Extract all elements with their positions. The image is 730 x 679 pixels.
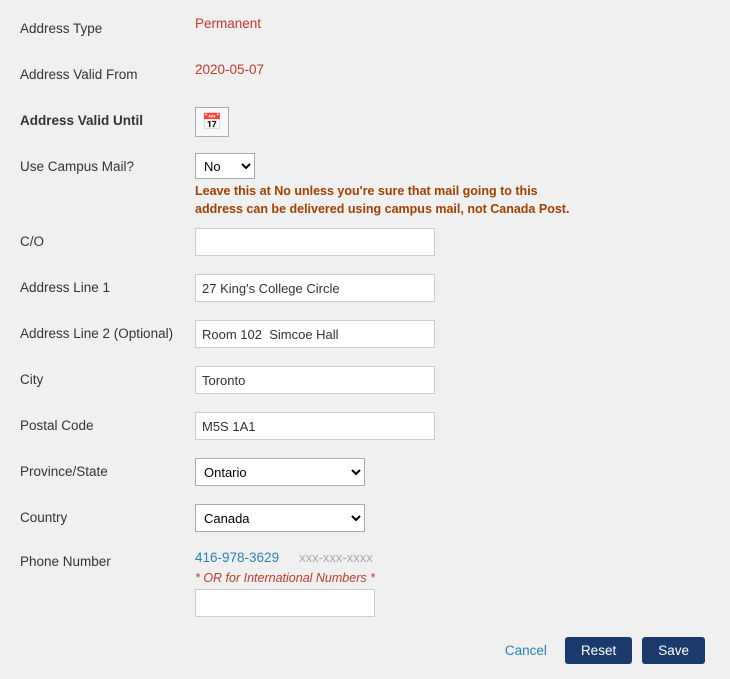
address-type-value: Permanent bbox=[195, 10, 261, 31]
province-state-label: Province/State bbox=[20, 458, 195, 479]
campus-mail-control: No Yes Leave this at No unless you're su… bbox=[195, 153, 710, 218]
co-control bbox=[195, 228, 710, 256]
address-type-label: Address Type bbox=[20, 15, 195, 36]
address-valid-until-label: Address Valid Until bbox=[20, 107, 195, 128]
address-line2-input[interactable] bbox=[195, 320, 435, 348]
postal-code-input[interactable] bbox=[195, 412, 435, 440]
postal-code-label: Postal Code bbox=[20, 412, 195, 433]
phone-section: 416-978-3629 xxx-xxx-xxxx * OR for Inter… bbox=[195, 550, 710, 617]
phone-international-row bbox=[195, 589, 710, 617]
phone-primary-row: 416-978-3629 xxx-xxx-xxxx bbox=[195, 550, 710, 565]
address-type-control: Permanent bbox=[195, 15, 710, 31]
co-input[interactable] bbox=[195, 228, 435, 256]
address-valid-from-row: Address Valid From 2020-05-07 bbox=[20, 61, 710, 97]
postal-code-row: Postal Code bbox=[20, 412, 710, 448]
co-label: C/O bbox=[20, 228, 195, 249]
address-valid-from-value: 2020-05-07 bbox=[195, 56, 264, 77]
country-label: Country bbox=[20, 504, 195, 525]
address-line1-control bbox=[195, 274, 710, 302]
address-valid-until-row: Address Valid Until 📅 bbox=[20, 107, 710, 143]
address-line2-control bbox=[195, 320, 710, 348]
address-line2-row: Address Line 2 (Optional) bbox=[20, 320, 710, 356]
address-valid-from-label: Address Valid From bbox=[20, 61, 195, 82]
footer-buttons: Cancel Reset Save bbox=[20, 637, 710, 664]
address-type-row: Address Type Permanent bbox=[20, 15, 710, 51]
campus-mail-select[interactable]: No Yes bbox=[195, 153, 255, 179]
co-row: C/O bbox=[20, 228, 710, 264]
phone-number-control: 416-978-3629 xxx-xxx-xxxx * OR for Inter… bbox=[195, 550, 710, 617]
province-state-control: Ontario Alberta British Columbia Manitob… bbox=[195, 458, 710, 486]
campus-mail-row: Use Campus Mail? No Yes Leave this at No… bbox=[20, 153, 710, 218]
country-control: Canada United States United Kingdom Aust… bbox=[195, 504, 710, 532]
city-input[interactable] bbox=[195, 366, 435, 394]
reset-button[interactable]: Reset bbox=[565, 637, 632, 664]
country-select[interactable]: Canada United States United Kingdom Aust… bbox=[195, 504, 365, 532]
address-valid-from-control: 2020-05-07 bbox=[195, 61, 710, 77]
address-valid-until-control: 📅 bbox=[195, 107, 710, 137]
address-line1-label: Address Line 1 bbox=[20, 274, 195, 295]
postal-code-control bbox=[195, 412, 710, 440]
international-phone-input[interactable] bbox=[195, 589, 375, 617]
phone-number-label: Phone Number bbox=[20, 550, 195, 569]
address-line1-input[interactable] bbox=[195, 274, 435, 302]
calendar-button[interactable]: 📅 bbox=[195, 107, 229, 137]
city-control bbox=[195, 366, 710, 394]
address-line1-row: Address Line 1 bbox=[20, 274, 710, 310]
phone-number-row: Phone Number 416-978-3629 xxx-xxx-xxxx *… bbox=[20, 550, 710, 617]
cancel-button[interactable]: Cancel bbox=[497, 637, 555, 664]
calendar-icon: 📅 bbox=[202, 112, 222, 132]
phone-or-text: * OR for International Numbers * bbox=[195, 569, 710, 585]
campus-mail-label: Use Campus Mail? bbox=[20, 153, 195, 174]
country-row: Country Canada United States United King… bbox=[20, 504, 710, 540]
campus-mail-select-row: No Yes bbox=[195, 153, 710, 179]
form-container: Address Type Permanent Address Valid Fro… bbox=[0, 0, 730, 679]
city-row: City bbox=[20, 366, 710, 402]
province-state-select[interactable]: Ontario Alberta British Columbia Manitob… bbox=[195, 458, 365, 486]
save-button[interactable]: Save bbox=[642, 637, 705, 664]
phone-placeholder: xxx-xxx-xxxx bbox=[299, 550, 373, 565]
campus-mail-note: Leave this at No unless you're sure that… bbox=[195, 183, 575, 218]
phone-number-link[interactable]: 416-978-3629 bbox=[195, 550, 279, 565]
address-line2-label: Address Line 2 (Optional) bbox=[20, 320, 195, 341]
province-state-row: Province/State Ontario Alberta British C… bbox=[20, 458, 710, 494]
city-label: City bbox=[20, 366, 195, 387]
